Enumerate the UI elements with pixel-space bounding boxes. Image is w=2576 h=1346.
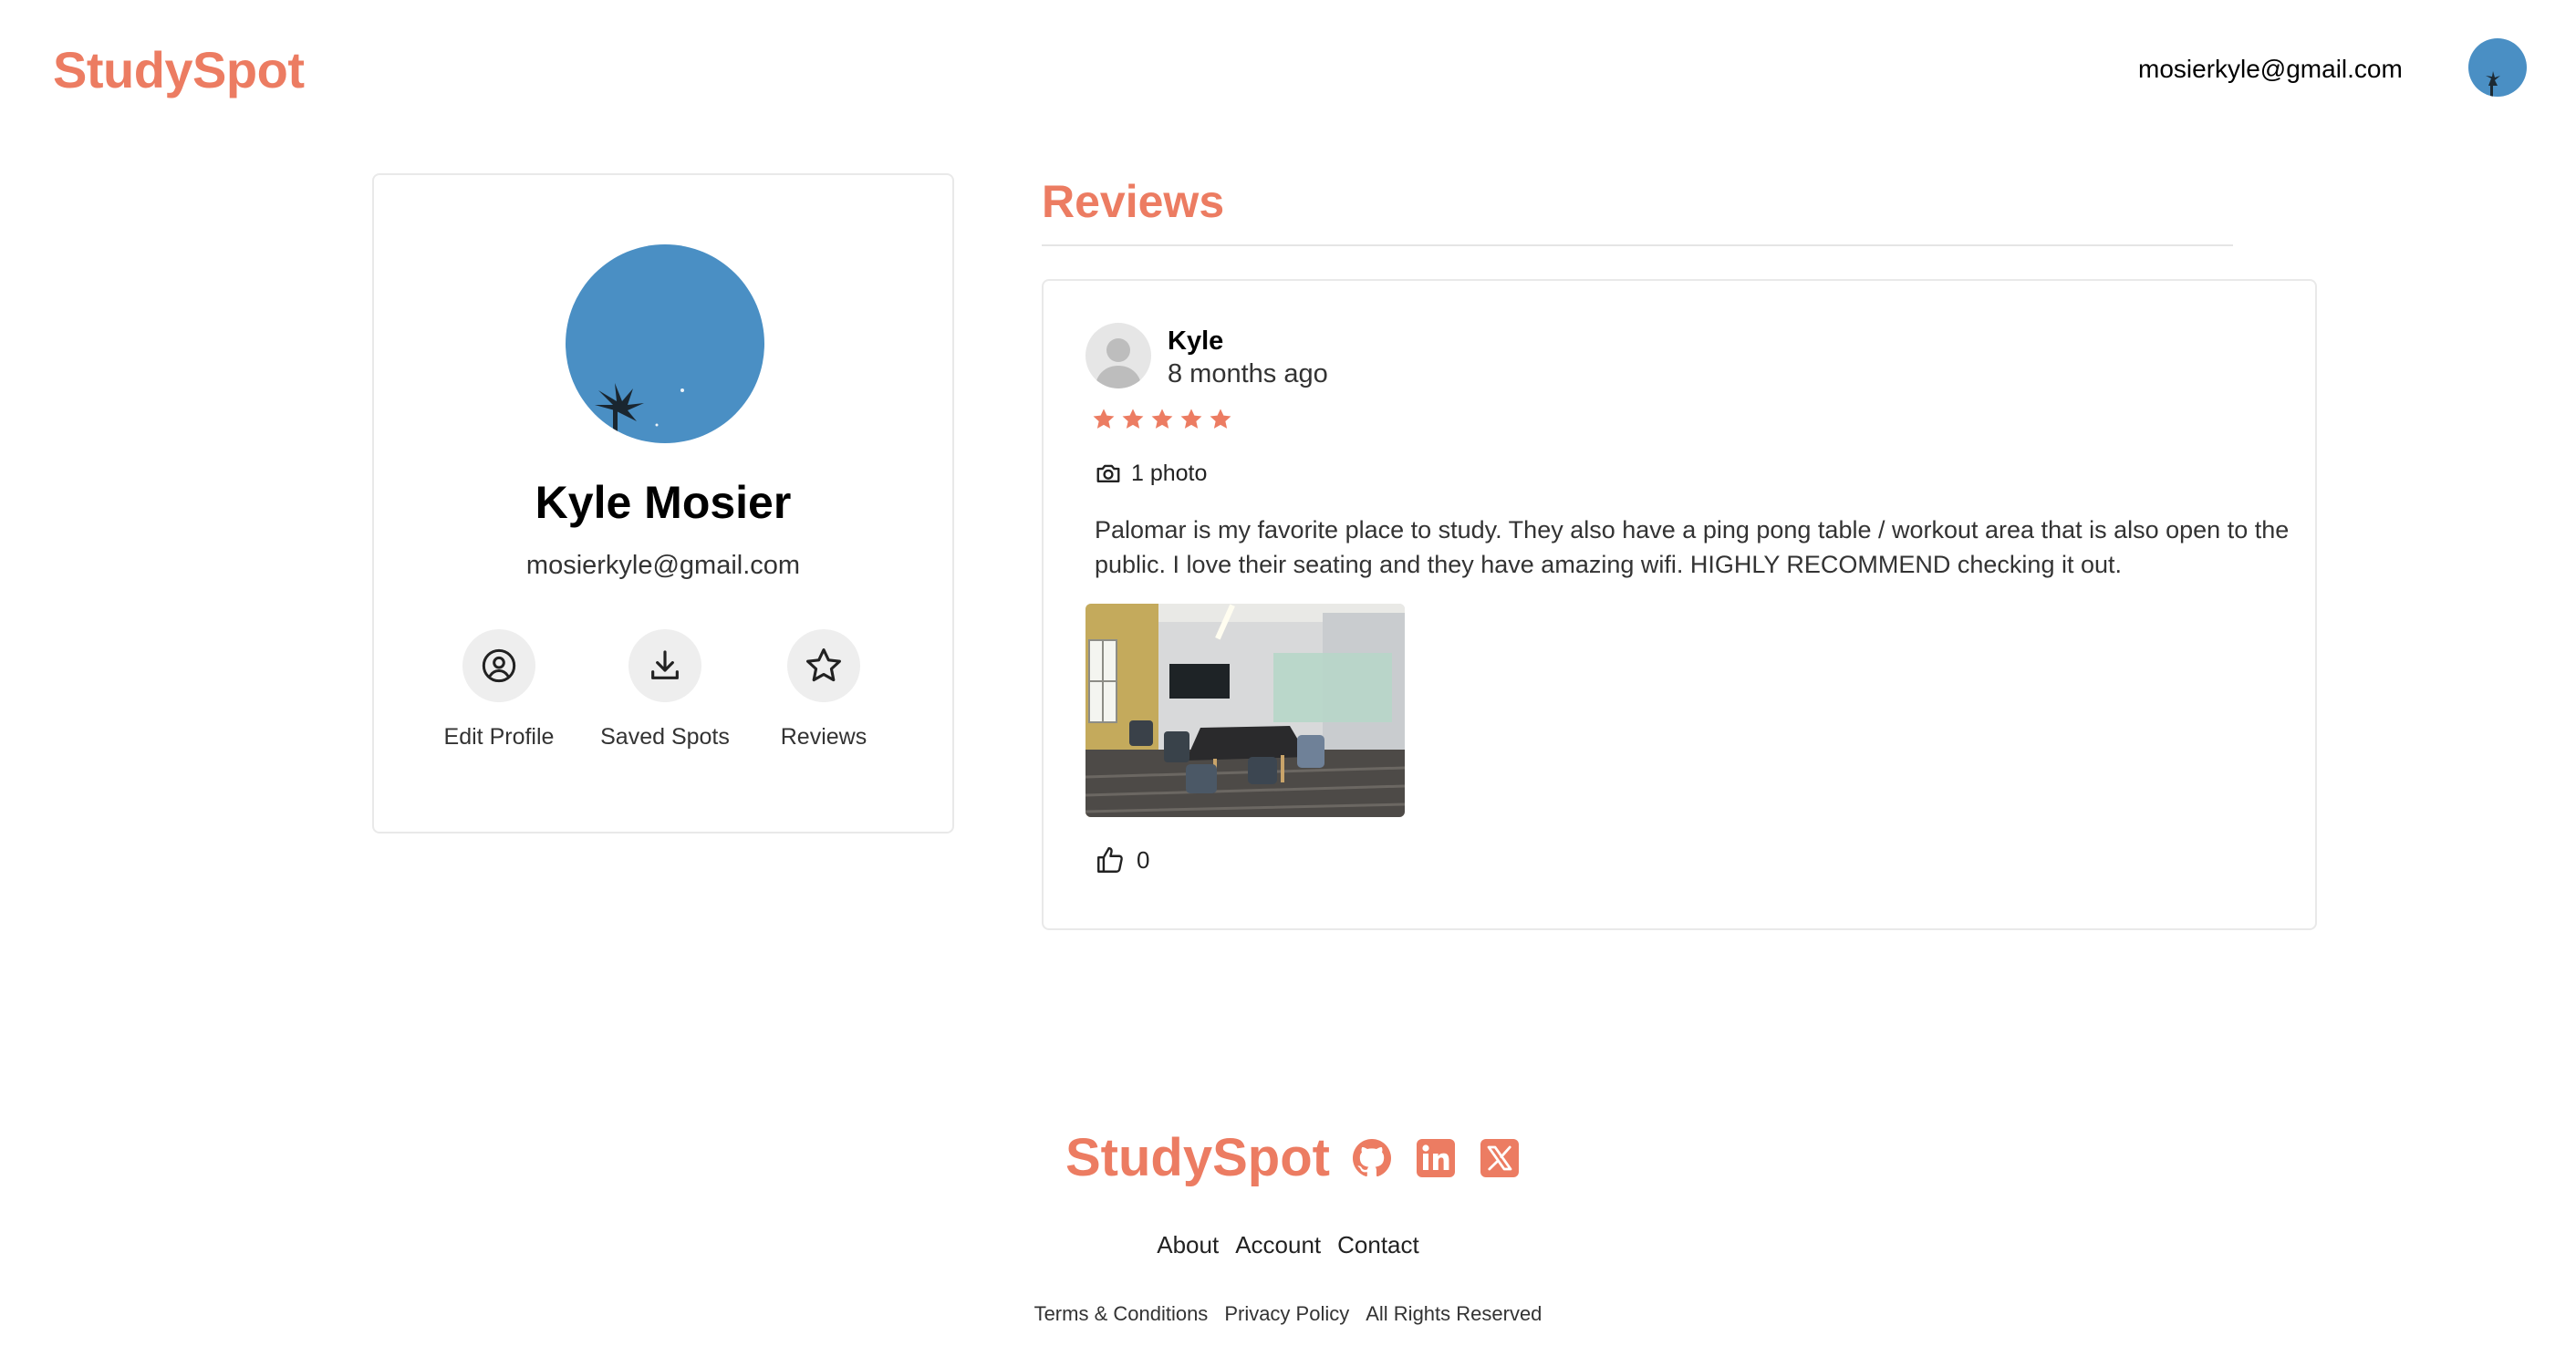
review-photo[interactable] (1085, 604, 1405, 817)
thumbs-up-icon (1097, 847, 1123, 873)
reviewer-name: Kyle (1168, 326, 1224, 356)
download-icon (651, 650, 679, 679)
header-user-email: mosierkyle@gmail.com (2138, 55, 2403, 83)
reviews-button[interactable]: Reviews (737, 629, 910, 751)
privacy-link[interactable]: Privacy Policy (1224, 1302, 1349, 1326)
reviews-heading: Reviews (1042, 176, 1225, 227)
like-button[interactable]: 0 (1095, 844, 1149, 875)
rights-text: All Rights Reserved (1366, 1302, 1542, 1325)
review-text: Palomar is my favorite place to study. T… (1095, 516, 2290, 578)
review-photo-count[interactable]: 1 photo (1095, 460, 1207, 487)
star-filled-icon (1122, 409, 1144, 429)
footer-brand: StudySpot (1065, 1127, 1522, 1188)
profile-card: Kyle Mosier mosierkyle@gmail.com Edit Pr… (372, 173, 954, 833)
saved-spots-label: Saved Spots (600, 724, 730, 750)
user-circle-icon (482, 648, 516, 683)
review-card: Kyle 8 months ago 1 photo Palomar is my … (1042, 279, 2317, 930)
brand-logo[interactable]: StudySpot (53, 40, 305, 99)
footer-link-contact[interactable]: Contact (1337, 1231, 1419, 1259)
review-rating (1091, 407, 1233, 432)
footer-link-about[interactable]: About (1157, 1231, 1219, 1259)
page: StudySpot mosierkyle@gmail.com Kyle Mosi… (0, 0, 2576, 1346)
x-icon[interactable] (1478, 1136, 1522, 1180)
linkedin-icon[interactable] (1414, 1136, 1458, 1180)
review-time: 8 months ago (1168, 359, 1328, 388)
footer-logo[interactable]: StudySpot (1065, 1127, 1330, 1188)
star-filled-icon (1151, 409, 1173, 429)
saved-spots-icon-wrap (628, 629, 701, 702)
terms-link[interactable]: Terms & Conditions (1034, 1302, 1209, 1326)
edit-profile-icon-wrap (462, 629, 535, 702)
footer-link-account[interactable]: Account (1235, 1231, 1321, 1259)
edit-profile-label: Edit Profile (443, 724, 555, 750)
saved-spots-button[interactable]: Saved Spots (578, 629, 752, 751)
reviews-label: Reviews (780, 724, 867, 750)
profile-avatar (566, 244, 764, 443)
footer-nav: About Account Contact (0, 1231, 2576, 1259)
reviewer-avatar (1085, 323, 1151, 388)
camera-icon (1096, 464, 1120, 482)
star-filled-icon (1210, 409, 1231, 429)
star-outline-icon (806, 648, 841, 682)
photo-count-label: 1 photo (1131, 460, 1208, 486)
edit-profile-button[interactable]: Edit Profile (412, 629, 586, 751)
star-filled-icon (1180, 409, 1202, 429)
like-count: 0 (1137, 845, 1150, 874)
footer-legal: Terms & Conditions Privacy Policy All Ri… (0, 1302, 2576, 1326)
reviews-divider (1042, 244, 2233, 246)
profile-name: Kyle Mosier (535, 477, 792, 528)
reviews-icon-wrap (787, 629, 860, 702)
profile-email: mosierkyle@gmail.com (525, 551, 801, 580)
header-avatar[interactable] (2468, 38, 2527, 97)
star-filled-icon (1093, 409, 1115, 429)
github-icon[interactable] (1350, 1136, 1394, 1180)
